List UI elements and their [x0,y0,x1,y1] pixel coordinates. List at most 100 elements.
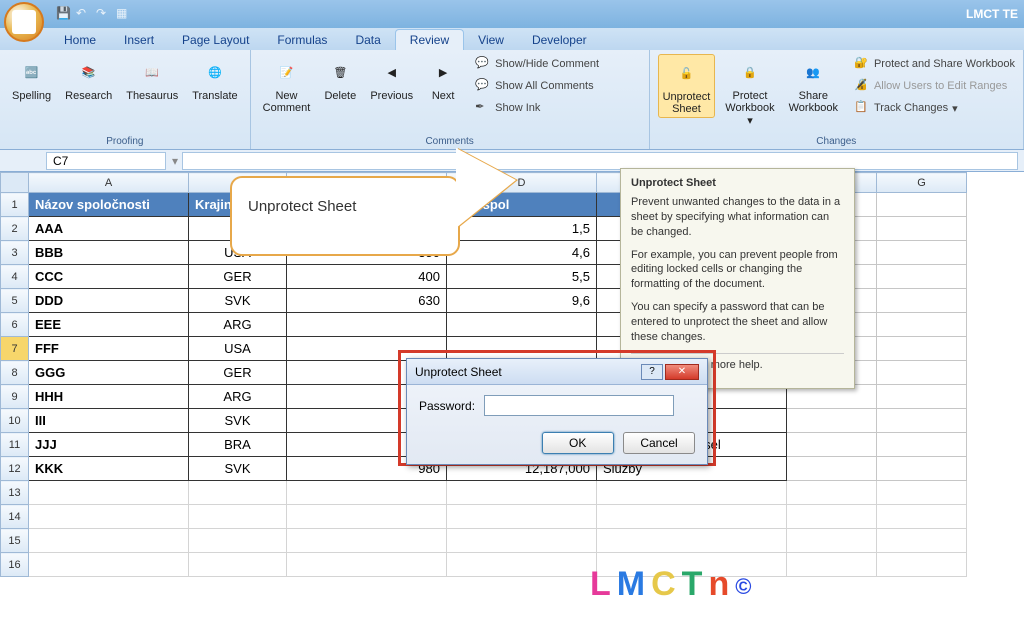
allow-edit-ranges-button[interactable]: 🔏Allow Users to Edit Ranges [854,76,1015,96]
row-header-3[interactable]: 3 [1,241,29,265]
cell[interactable] [287,529,447,553]
cell[interactable] [447,313,597,337]
cell[interactable] [287,505,447,529]
name-box[interactable]: C7 [46,152,166,170]
row-header-4[interactable]: 4 [1,265,29,289]
cell[interactable] [877,529,967,553]
cell[interactable]: BBB [29,241,189,265]
research-button[interactable]: 📚Research [61,54,116,104]
cell[interactable]: FFF [29,337,189,361]
row-header-16[interactable]: 16 [1,553,29,577]
cell[interactable] [877,553,967,577]
cell[interactable] [877,337,967,361]
cell[interactable]: BRA [189,433,287,457]
cell[interactable] [287,481,447,505]
unprotect-sheet-button[interactable]: 🔓Unprotect Sheet [658,54,716,118]
cell[interactable]: AAA [29,217,189,241]
tab-home[interactable]: Home [50,30,110,50]
cell[interactable] [447,505,597,529]
cell[interactable] [597,529,787,553]
cell[interactable]: 400 [287,265,447,289]
cell[interactable] [877,409,967,433]
cell[interactable]: DDD [29,289,189,313]
show-hide-comment-button[interactable]: 💬Show/Hide Comment [475,54,599,74]
thesaurus-button[interactable]: 📖Thesaurus [122,54,182,104]
cell[interactable] [29,529,189,553]
cell[interactable] [787,433,877,457]
show-ink-button[interactable]: ✒Show Ink [475,98,599,118]
cell[interactable] [29,481,189,505]
cell[interactable] [787,481,877,505]
dialog-close-button[interactable]: ✕ [665,364,699,380]
cell[interactable] [287,313,447,337]
tab-page-layout[interactable]: Page Layout [168,30,263,50]
cell[interactable]: ARG [189,313,287,337]
cell[interactable] [447,553,597,577]
qat-redo-icon[interactable]: ↷ [96,6,112,22]
cell[interactable] [787,409,877,433]
cell[interactable]: SVK [189,409,287,433]
header-cell[interactable]: Názov spoločnosti [29,193,189,217]
cell[interactable] [877,217,967,241]
formula-input[interactable] [182,152,1018,170]
cell[interactable] [189,553,287,577]
cell[interactable] [877,313,967,337]
new-comment-button[interactable]: 📝New Comment [259,54,315,116]
row-header-8[interactable]: 8 [1,361,29,385]
track-changes-button[interactable]: 📋Track Changes ▾ [854,98,1015,118]
protect-workbook-button[interactable]: 🔒Protect Workbook▾ [721,54,778,129]
cell[interactable]: 5,5 [447,265,597,289]
show-all-comments-button[interactable]: 💬Show All Comments [475,76,599,96]
row-header-5[interactable]: 5 [1,289,29,313]
col-header-G[interactable]: G [877,173,967,193]
cell[interactable] [287,553,447,577]
row-header-13[interactable]: 13 [1,481,29,505]
qat-save-icon[interactable]: 💾 [56,6,72,22]
row-header-9[interactable]: 9 [1,385,29,409]
cell[interactable]: KKK [29,457,189,481]
cell[interactable]: GGG [29,361,189,385]
qat-icon[interactable]: ▦ [116,6,132,22]
cell[interactable]: SVK [189,289,287,313]
office-button[interactable] [4,2,44,42]
cell[interactable] [787,553,877,577]
cell[interactable] [787,457,877,481]
cell[interactable] [877,433,967,457]
row-header-1[interactable]: 1 [1,193,29,217]
cell[interactable] [447,337,597,361]
cell[interactable]: III [29,409,189,433]
select-all-cell[interactable] [1,173,29,193]
row-header-2[interactable]: 2 [1,217,29,241]
cell[interactable]: USA [189,337,287,361]
previous-comment-button[interactable]: ◀Previous [366,54,417,104]
cell[interactable] [447,481,597,505]
tab-developer[interactable]: Developer [518,30,601,50]
cell[interactable] [877,481,967,505]
tab-review[interactable]: Review [395,29,464,50]
row-header-10[interactable]: 10 [1,409,29,433]
cell[interactable] [189,505,287,529]
spelling-button[interactable]: 🔤Spelling [8,54,55,104]
name-box-dropdown-icon[interactable]: ▾ [172,154,178,168]
cell[interactable] [877,241,967,265]
cell[interactable] [597,505,787,529]
cell[interactable]: EEE [29,313,189,337]
cell[interactable] [877,385,967,409]
cell[interactable] [29,505,189,529]
password-input[interactable] [484,395,674,416]
cell[interactable] [877,265,967,289]
row-header-15[interactable]: 15 [1,529,29,553]
col-header-A[interactable]: A [29,173,189,193]
cell[interactable]: 4,6 [447,241,597,265]
cell[interactable] [787,529,877,553]
cell[interactable] [877,289,967,313]
row-header-7[interactable]: 7 [1,337,29,361]
cell[interactable] [597,481,787,505]
cell[interactable] [287,337,447,361]
cell[interactable]: 9,6 [447,289,597,313]
cancel-button[interactable]: Cancel [623,432,695,454]
cell[interactable]: 630 [287,289,447,313]
row-header-11[interactable]: 11 [1,433,29,457]
cell[interactable]: CCC [29,265,189,289]
dialog-titlebar[interactable]: Unprotect Sheet ? ✕ [407,359,707,385]
